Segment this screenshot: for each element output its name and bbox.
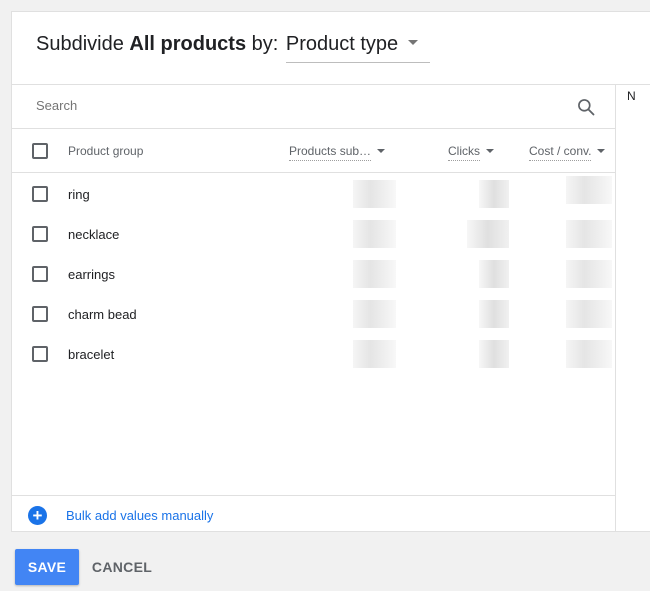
redacted-value: [479, 180, 509, 208]
product-group-name: charm bead: [68, 307, 137, 322]
redacted-value: [566, 260, 612, 288]
redacted-value: [479, 300, 509, 328]
table-row[interactable]: earrings: [12, 254, 615, 294]
redacted-value: [566, 340, 612, 368]
redacted-value: [479, 340, 509, 368]
table-row[interactable]: bracelet: [12, 334, 615, 374]
table-row[interactable]: charm bead: [12, 294, 615, 334]
redacted-value: [566, 176, 612, 204]
redacted-value: [353, 300, 396, 328]
save-button[interactable]: SAVE: [15, 549, 79, 585]
select-all-checkbox[interactable]: [32, 143, 48, 159]
table-row[interactable]: ring: [12, 174, 615, 214]
search-input[interactable]: [36, 98, 556, 113]
row-checkbox[interactable]: [32, 346, 48, 362]
redacted-value: [479, 260, 509, 288]
search-bar: [12, 85, 615, 129]
redacted-value: [566, 300, 612, 328]
table-row[interactable]: necklace: [12, 214, 615, 254]
row-checkbox[interactable]: [32, 306, 48, 322]
page-title: Subdivide All products by: Product type: [36, 33, 431, 63]
product-group-name: ring: [68, 187, 90, 202]
right-panel-header-stub: N: [627, 89, 636, 103]
row-checkbox[interactable]: [32, 186, 48, 202]
sort-caret-icon: [597, 148, 606, 153]
sort-caret-icon: [377, 148, 386, 153]
subdivide-dialog: Subdivide All products by: Product type …: [11, 11, 650, 532]
redacted-value: [467, 220, 509, 248]
bulk-add-link[interactable]: Bulk add values manually: [66, 508, 213, 523]
column-header-cost-per-conv[interactable]: Cost / conv.: [529, 144, 606, 161]
cancel-button[interactable]: CANCEL: [88, 549, 156, 585]
table-header: Product group Products sub… Clicks Cost …: [12, 129, 615, 173]
title-suffix: by:: [251, 33, 279, 55]
redacted-value: [566, 220, 612, 248]
redacted-value: [353, 180, 396, 208]
chevron-down-icon: [408, 40, 419, 46]
title-bold: All products: [129, 33, 247, 55]
dialog-actions: SAVE CANCEL: [0, 532, 650, 591]
redacted-value: [353, 260, 396, 288]
dialog-header: Subdivide All products by: Product type: [12, 12, 650, 85]
redacted-value: [353, 220, 396, 248]
column-label: Clicks: [448, 144, 480, 161]
column-label: Products sub…: [289, 144, 372, 161]
column-header-clicks[interactable]: Clicks: [448, 144, 494, 161]
column-header-products-submitted[interactable]: Products sub…: [289, 144, 386, 161]
product-group-name: earrings: [68, 267, 115, 282]
row-checkbox[interactable]: [32, 226, 48, 242]
search-icon[interactable]: [576, 97, 596, 117]
product-group-name: bracelet: [68, 347, 115, 362]
add-circle-icon[interactable]: +: [28, 506, 47, 525]
column-label: Cost / conv.: [529, 144, 592, 161]
sort-caret-icon: [486, 148, 494, 153]
dimension-dropdown[interactable]: Product type: [285, 33, 431, 63]
dimension-value: Product type: [285, 33, 399, 55]
title-prefix: Subdivide: [36, 33, 124, 55]
row-checkbox[interactable]: [32, 266, 48, 282]
bulk-add-row: + Bulk add values manually: [12, 495, 615, 532]
column-header-product-group[interactable]: Product group: [68, 144, 143, 158]
product-group-panel: Product group Products sub… Clicks Cost …: [12, 85, 616, 532]
redacted-value: [353, 340, 396, 368]
product-group-name: necklace: [68, 227, 120, 242]
